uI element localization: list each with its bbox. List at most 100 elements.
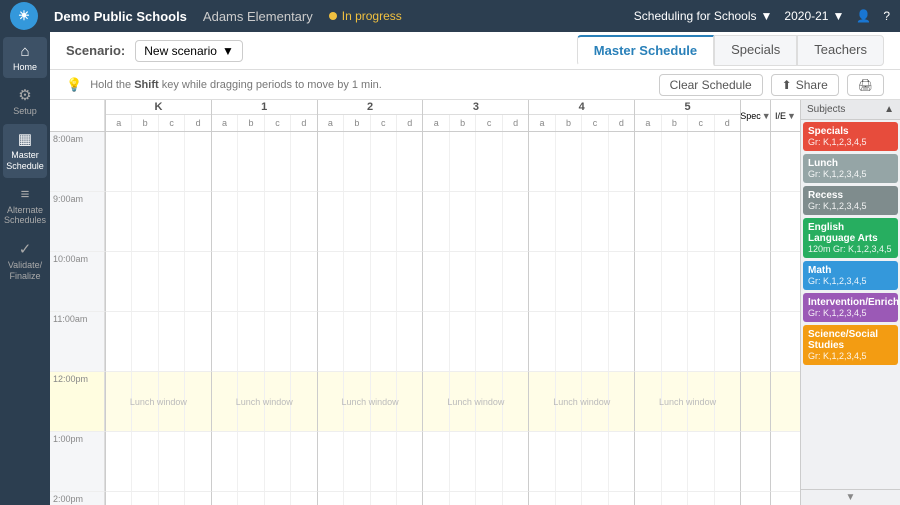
sub-cell-5-c-row-3[interactable]	[687, 312, 713, 371]
sub-cell-5-c-row-1[interactable]	[687, 192, 713, 251]
sub-cell-K-a-row-4[interactable]	[106, 372, 131, 431]
sidebar-item-home[interactable]: ⌂ Home	[3, 37, 47, 78]
sub-cell-4-a-row-1[interactable]	[529, 192, 554, 251]
sub-cell-5-a-row-5[interactable]	[635, 432, 660, 491]
sub-cell-K-d-row-3[interactable]	[184, 312, 210, 371]
sub-cell-2-a-row-4[interactable]	[318, 372, 343, 431]
ie-cell-row-5[interactable]	[770, 432, 800, 492]
sub-cell-5-b-row-1[interactable]	[661, 192, 687, 251]
sub-cell-5-b-row-6[interactable]	[661, 492, 687, 505]
sub-cell-3-c-row-4[interactable]	[475, 372, 501, 431]
sub-cell-1-a-row-5[interactable]	[212, 432, 237, 491]
sub-cell-3-c-row-2[interactable]	[475, 252, 501, 311]
ie-arrow[interactable]: ▼	[787, 111, 796, 121]
spec-cell-row-5[interactable]	[740, 432, 770, 492]
sub-cell-5-c-row-2[interactable]	[687, 252, 713, 311]
spec-cell-row-2[interactable]	[740, 252, 770, 312]
sub-cell-5-c-row-0[interactable]	[687, 132, 713, 191]
sub-cell-5-b-row-3[interactable]	[661, 312, 687, 371]
sub-cell-4-c-row-3[interactable]	[581, 312, 607, 371]
sub-cell-4-c-row-5[interactable]	[581, 432, 607, 491]
tab-master-schedule[interactable]: Master Schedule	[577, 35, 714, 66]
sub-cell-2-d-row-5[interactable]	[396, 432, 422, 491]
sub-cell-4-b-row-6[interactable]	[555, 492, 581, 505]
sub-cell-2-b-row-4[interactable]	[343, 372, 369, 431]
sub-cell-5-b-row-2[interactable]	[661, 252, 687, 311]
sub-cell-1-c-row-0[interactable]	[264, 132, 290, 191]
subject-item-science[interactable]: Science/Social StudiesGr: K,1,2,3,4,5	[803, 325, 898, 365]
ie-cell-row-6[interactable]	[770, 492, 800, 505]
ie-cell-row-0[interactable]	[770, 132, 800, 192]
sub-cell-1-c-row-5[interactable]	[264, 432, 290, 491]
subject-item-recess[interactable]: RecessGr: K,1,2,3,4,5	[803, 186, 898, 215]
sub-cell-1-d-row-3[interactable]	[290, 312, 316, 371]
sub-cell-4-d-row-2[interactable]	[608, 252, 634, 311]
sub-cell-5-d-row-3[interactable]	[714, 312, 740, 371]
sub-cell-K-c-row-2[interactable]	[158, 252, 184, 311]
sub-cell-1-b-row-1[interactable]	[237, 192, 263, 251]
sub-cell-5-c-row-5[interactable]	[687, 432, 713, 491]
sub-cell-3-c-row-3[interactable]	[475, 312, 501, 371]
sub-cell-K-a-row-2[interactable]	[106, 252, 131, 311]
year-dropdown[interactable]: 2020-21 ▼	[784, 9, 844, 23]
sub-cell-2-a-row-2[interactable]	[318, 252, 343, 311]
sub-cell-2-a-row-6[interactable]	[318, 492, 343, 505]
subject-item-lunch[interactable]: LunchGr: K,1,2,3,4,5	[803, 154, 898, 183]
sub-cell-3-d-row-4[interactable]	[502, 372, 528, 431]
sub-cell-2-d-row-6[interactable]	[396, 492, 422, 505]
spec-cell-row-6[interactable]	[740, 492, 770, 505]
sub-cell-5-d-row-0[interactable]	[714, 132, 740, 191]
sub-cell-K-b-row-4[interactable]	[131, 372, 157, 431]
sub-cell-1-b-row-3[interactable]	[237, 312, 263, 371]
sub-cell-K-c-row-4[interactable]	[158, 372, 184, 431]
subject-item-ela[interactable]: English Language Arts120m Gr: K,1,2,3,4,…	[803, 218, 898, 258]
sub-cell-3-b-row-0[interactable]	[449, 132, 475, 191]
sub-cell-1-a-row-1[interactable]	[212, 192, 237, 251]
sub-cell-2-a-row-0[interactable]	[318, 132, 343, 191]
subject-item-intervention[interactable]: Intervention/EnrichmentGr: K,1,2,3,4,5	[803, 293, 898, 322]
sub-cell-3-b-row-3[interactable]	[449, 312, 475, 371]
sub-cell-1-a-row-2[interactable]	[212, 252, 237, 311]
sub-cell-4-c-row-6[interactable]	[581, 492, 607, 505]
sub-cell-4-c-row-4[interactable]	[581, 372, 607, 431]
sub-cell-2-c-row-0[interactable]	[370, 132, 396, 191]
sub-cell-4-d-row-1[interactable]	[608, 192, 634, 251]
sub-cell-3-b-row-2[interactable]	[449, 252, 475, 311]
sub-cell-2-a-row-5[interactable]	[318, 432, 343, 491]
ie-cell-row-4[interactable]	[770, 372, 800, 432]
clear-schedule-button[interactable]: Clear Schedule	[659, 74, 763, 96]
sub-cell-1-d-row-0[interactable]	[290, 132, 316, 191]
sub-cell-1-d-row-4[interactable]	[290, 372, 316, 431]
sub-cell-2-b-row-5[interactable]	[343, 432, 369, 491]
ie-cell-row-1[interactable]	[770, 192, 800, 252]
sub-cell-5-b-row-5[interactable]	[661, 432, 687, 491]
tab-teachers[interactable]: Teachers	[797, 35, 884, 66]
sub-cell-5-a-row-0[interactable]	[635, 132, 660, 191]
share-button[interactable]: ⬆ Share	[771, 74, 839, 96]
sub-cell-5-d-row-1[interactable]	[714, 192, 740, 251]
sub-cell-2-c-row-4[interactable]	[370, 372, 396, 431]
print-button[interactable]: 🖨	[847, 74, 884, 96]
sidebar-item-validate[interactable]: ✓ Validate/Finalize	[3, 234, 47, 288]
user-icon[interactable]: 👤	[856, 9, 871, 23]
spec-cell-row-0[interactable]	[740, 132, 770, 192]
sub-cell-3-b-row-4[interactable]	[449, 372, 475, 431]
sub-cell-K-a-row-0[interactable]	[106, 132, 131, 191]
sub-cell-4-d-row-3[interactable]	[608, 312, 634, 371]
sub-cell-3-d-row-0[interactable]	[502, 132, 528, 191]
sidebar-item-master-schedule[interactable]: ▦ MasterSchedule	[3, 124, 47, 178]
sub-cell-4-c-row-2[interactable]	[581, 252, 607, 311]
sub-cell-1-a-row-4[interactable]	[212, 372, 237, 431]
sub-cell-2-d-row-2[interactable]	[396, 252, 422, 311]
sub-cell-1-c-row-4[interactable]	[264, 372, 290, 431]
tab-specials[interactable]: Specials	[714, 35, 797, 66]
sub-cell-4-a-row-2[interactable]	[529, 252, 554, 311]
sub-cell-4-d-row-4[interactable]	[608, 372, 634, 431]
sub-cell-4-a-row-0[interactable]	[529, 132, 554, 191]
sub-cell-1-d-row-2[interactable]	[290, 252, 316, 311]
panel-scroll-up[interactable]: ▲	[884, 104, 894, 115]
sub-cell-5-a-row-6[interactable]	[635, 492, 660, 505]
panel-scroll-down[interactable]: ▼	[801, 489, 900, 505]
sub-cell-2-c-row-1[interactable]	[370, 192, 396, 251]
scheduling-dropdown[interactable]: Scheduling for Schools ▼	[634, 9, 773, 23]
